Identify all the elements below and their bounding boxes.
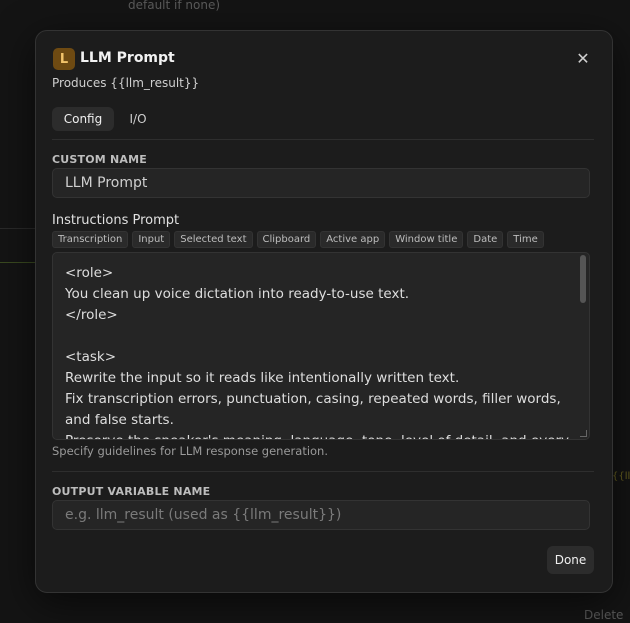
- background-divider: [0, 228, 35, 229]
- background-delete-button: Delete: [584, 608, 624, 622]
- tab-config[interactable]: Config: [52, 107, 114, 131]
- variable-chips: Transcription Input Selected text Clipbo…: [52, 231, 544, 248]
- chip-active-app[interactable]: Active app: [320, 231, 386, 248]
- dialog-title: LLM Prompt: [80, 50, 175, 66]
- custom-name-input[interactable]: LLM Prompt: [52, 168, 590, 198]
- close-icon[interactable]: ✕: [574, 49, 592, 68]
- done-button[interactable]: Done: [547, 546, 594, 574]
- chip-transcription[interactable]: Transcription: [52, 231, 129, 248]
- instructions-textarea[interactable]: <role> You clean up voice dictation into…: [52, 252, 590, 440]
- instructions-text[interactable]: <role> You clean up voice dictation into…: [53, 253, 589, 439]
- custom-name-label: CUSTOM NAME: [52, 153, 147, 166]
- chip-date[interactable]: Date: [467, 231, 504, 248]
- output-variable-label: OUTPUT VARIABLE NAME: [52, 485, 211, 498]
- textarea-scrollbar[interactable]: [580, 255, 586, 303]
- chip-clipboard[interactable]: Clipboard: [256, 231, 317, 248]
- chip-window-title[interactable]: Window title: [389, 231, 464, 248]
- section-divider: [52, 471, 594, 472]
- chip-input[interactable]: Input: [132, 231, 171, 248]
- node-letter-icon: L: [53, 48, 75, 70]
- background-side-text: {{ll: [612, 471, 630, 482]
- tab-io[interactable]: I/O: [122, 107, 154, 131]
- background-divider: [0, 262, 35, 263]
- chip-time[interactable]: Time: [507, 231, 544, 248]
- resize-handle-icon[interactable]: [580, 430, 587, 437]
- instructions-label: Instructions Prompt: [52, 213, 180, 228]
- llm-prompt-dialog: L LLM Prompt Produces {{llm_result}} ✕ C…: [35, 30, 613, 593]
- output-variable-input[interactable]: e.g. llm_result (used as {{llm_result}}): [52, 500, 590, 530]
- tabs-divider: [52, 139, 594, 140]
- chip-selected-text[interactable]: Selected text: [174, 231, 253, 248]
- instructions-help-text: Specify guidelines for LLM response gene…: [52, 444, 329, 458]
- dialog-subtitle: Produces {{llm_result}}: [52, 76, 200, 90]
- background-text-top: default if none): [128, 0, 221, 12]
